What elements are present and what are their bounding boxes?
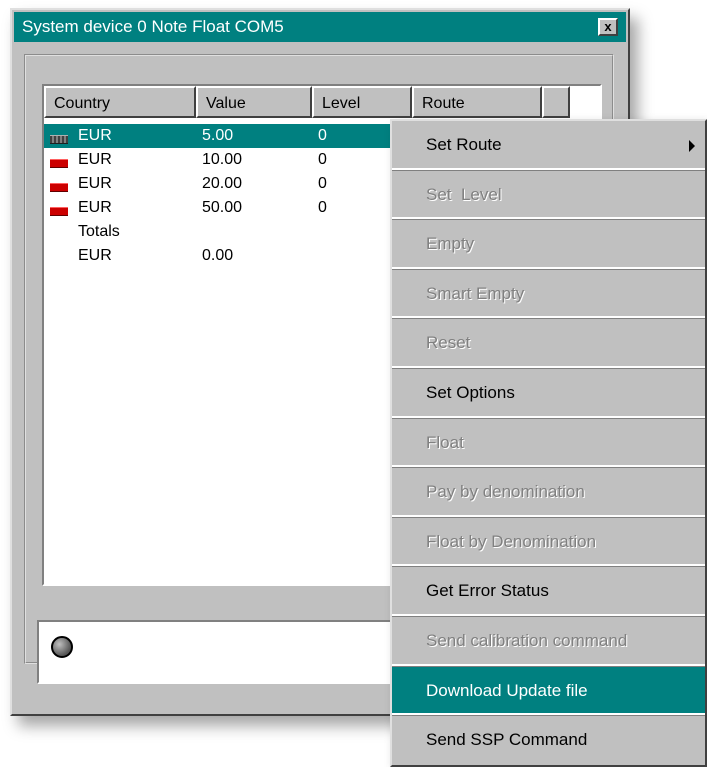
menu-item-set-options[interactable]: Set Options [392,369,705,419]
country-cell: EUR [78,175,112,192]
menu-item-get-error-status[interactable]: Get Error Status [392,567,705,617]
banknote-icon [50,183,68,192]
country-cell: EUR [78,127,112,144]
status-led-icon [51,636,73,658]
menu-item-float: Float [392,419,705,469]
value-cell: 20.00 [202,175,243,192]
menu-item-set-level: Set Level [392,171,705,221]
level-cell: 0 [318,151,327,168]
menu-item-label: Set Level [426,184,502,204]
column-header-level[interactable]: Level [312,86,412,118]
totals-label: Totals [78,223,120,240]
menu-item-empty: Empty [392,220,705,270]
menu-item-label: Get Error Status [426,581,549,601]
close-icon: x [604,19,612,34]
column-header-route[interactable]: Route [412,86,542,118]
banknote-icon [50,159,68,168]
menu-item-reset: Reset [392,319,705,369]
menu-item-label: Download Update file [426,680,588,700]
list-header: Country Value Level Route [44,86,600,118]
menu-item-set-route[interactable]: Set Route [392,121,705,171]
menu-item-label: Send calibration command [426,630,628,650]
menu-item-label: Float by Denomination [426,531,597,551]
value-cell: 5.00 [202,127,234,144]
context-menu: Set Route Set Level Empty Smart Empty Re… [390,119,707,767]
totals-country-cell: EUR [78,247,112,264]
menu-item-smart-empty: Smart Empty [392,270,705,320]
menu-item-label: Empty [426,234,475,254]
menu-item-label: Send SSP Command [426,730,588,750]
column-header-value[interactable]: Value [196,86,312,118]
country-cell: EUR [78,199,112,216]
window-title: System device 0 Note Float COM5 [22,17,284,36]
column-header-filler [542,86,570,118]
column-header-country[interactable]: Country [44,86,196,118]
menu-item-label: Reset [426,333,471,353]
banknote-icon [50,207,68,216]
menu-item-download-update-file[interactable]: Download Update file [392,666,705,717]
menu-item-label: Set Options [426,382,515,402]
menu-item-float-by-denomination: Float by Denomination [392,518,705,568]
value-cell: 10.00 [202,151,243,168]
menu-item-send-ssp-command[interactable]: Send SSP Command [392,716,705,766]
menu-item-label: Set Route [426,135,502,154]
submenu-arrow-icon [689,140,695,152]
banknote-icon [50,135,68,144]
window-titlebar[interactable]: System device 0 Note Float COM5 x [14,12,626,42]
menu-item-send-calibration-command: Send calibration command [392,617,705,667]
menu-item-pay-by-denomination: Pay by denomination [392,468,705,518]
menu-item-label: Smart Empty [426,283,525,303]
value-cell: 50.00 [202,199,243,216]
country-cell: EUR [78,151,112,168]
totals-value-cell: 0.00 [202,247,234,264]
level-cell: 0 [318,199,327,216]
level-cell: 0 [318,175,327,192]
menu-item-label: Float [426,432,464,452]
menu-item-label: Pay by denomination [426,482,585,502]
close-button[interactable]: x [598,18,618,36]
level-cell: 0 [318,127,327,144]
